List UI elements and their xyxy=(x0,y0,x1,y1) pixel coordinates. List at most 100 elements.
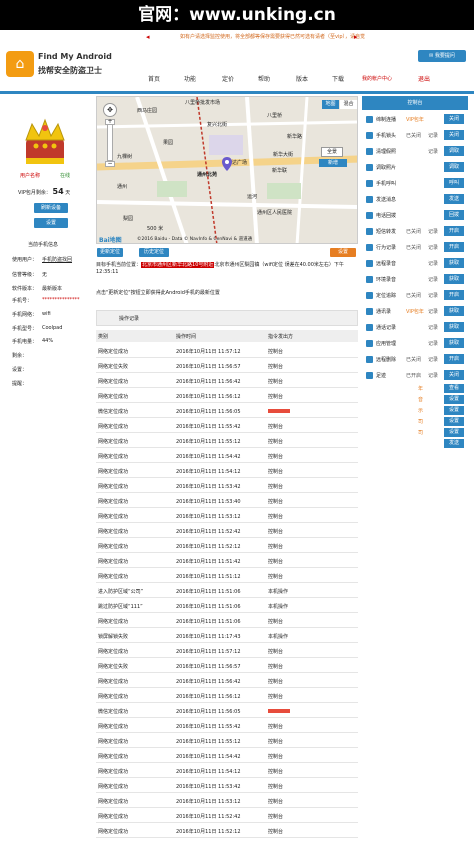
zoom-slider[interactable] xyxy=(107,121,113,161)
row-time: 2016年10月11日 11:17:43 xyxy=(176,634,241,640)
row-time: 2016年10月11日 11:53:42 xyxy=(176,484,241,490)
control-record-link[interactable]: 记录 xyxy=(428,292,438,299)
info-row: 使用用户： 手机防盗找回 xyxy=(12,257,73,263)
control-label: 短信转发 xyxy=(376,229,397,235)
control-extra-button[interactable]: 设置 xyxy=(444,406,464,415)
control-status: 已关闭 xyxy=(406,357,422,363)
control-action-button[interactable]: 开启 xyxy=(444,354,464,364)
row-time: 2016年10月11日 11:56:57 xyxy=(176,664,241,670)
control-action-button[interactable]: 关闭 xyxy=(444,114,464,124)
control-action-button[interactable]: 获取 xyxy=(444,258,464,268)
table-row: 网络定位成功 2016年10月11日 11:54:42 控制台 xyxy=(96,448,358,463)
control-label: 调取照片 xyxy=(376,165,397,171)
control-record-link[interactable]: 记录 xyxy=(428,372,438,379)
control-action-button[interactable]: 开启 xyxy=(444,226,464,236)
row-time: 2016年10月11日 11:55:42 xyxy=(176,724,241,730)
map-label: 八里桥 xyxy=(267,113,283,119)
map-type-button[interactable]: 地图 xyxy=(322,100,339,109)
table-row: 网络定位成功 2016年10月11日 11:57:12 控制台 xyxy=(96,643,358,658)
control-action-button[interactable]: 获取 xyxy=(444,322,464,332)
control-record-link[interactable]: 记录 xyxy=(428,276,438,283)
control-action-button[interactable]: 关闭 xyxy=(444,370,464,380)
control-action-button[interactable]: 关闭 xyxy=(444,130,464,140)
right-arrow-icon[interactable]: ▸ xyxy=(354,32,358,42)
nav-help[interactable]: 帮助 xyxy=(258,74,270,83)
row-type: 网络定位成功 xyxy=(98,784,129,790)
control-action-button[interactable]: 获取 xyxy=(444,338,464,348)
control-action-button[interactable]: 开启 xyxy=(444,290,464,300)
location-settings-button[interactable]: 设置 xyxy=(330,248,356,257)
control-record-link[interactable]: 记录 xyxy=(428,324,438,331)
control-action-button[interactable]: 获取 xyxy=(444,274,464,284)
control-extra-button[interactable]: 设置 xyxy=(444,395,464,404)
satellite-button[interactable]: 混合 xyxy=(340,100,357,109)
update-location-button[interactable]: 更新定位 xyxy=(97,248,123,257)
control-record-link[interactable]: 记录 xyxy=(428,132,438,139)
row-source: 控制台 xyxy=(268,349,284,355)
control-extra-button[interactable]: 设置 xyxy=(444,417,464,426)
row-time: 2016年10月11日 11:52:42 xyxy=(176,529,241,535)
row-source: 控制台 xyxy=(268,379,284,385)
control-extra-row: 年 查看 xyxy=(362,384,468,395)
record-section: 操作记录 xyxy=(96,310,358,326)
control-icon xyxy=(366,116,373,123)
nav-version[interactable]: 版本 xyxy=(296,74,308,83)
row-source: 控制台 xyxy=(268,559,284,565)
control-record-link[interactable]: 记录 xyxy=(428,148,438,155)
new-poi-button[interactable]: 新增 xyxy=(319,159,347,167)
control-action-button[interactable]: 回拨 xyxy=(444,210,464,220)
control-row: 清理假照 记录 调取 xyxy=(362,144,468,160)
ask-question-label: 我要提问 xyxy=(434,53,455,59)
control-extra-button[interactable]: 发送 xyxy=(444,439,464,448)
control-extra-row: 发送 xyxy=(362,439,468,450)
nav-home[interactable]: 首页 xyxy=(148,74,160,83)
nav-features[interactable]: 功能 xyxy=(184,74,196,83)
control-row: 远程录音 记录 获取 xyxy=(362,256,468,272)
nav-account[interactable]: 我的帐户中心 xyxy=(362,75,392,82)
logo-title: Find My Android xyxy=(38,52,112,61)
pan-control-icon[interactable]: ✥ xyxy=(103,103,117,117)
control-record-link[interactable]: 记录 xyxy=(428,260,438,267)
info-value[interactable]: 手机防盗找回 xyxy=(42,256,72,263)
nav-logout[interactable]: 退出 xyxy=(418,74,430,83)
zoom-in-icon[interactable]: + xyxy=(105,119,115,125)
row-source: 控制台 xyxy=(268,529,284,535)
row-type: 跳过防护区域“111” xyxy=(98,604,143,610)
table-row: 网络定位成功 2016年10月11日 11:57:12 控制台 xyxy=(96,343,358,358)
control-action-button[interactable]: 调取 xyxy=(444,146,464,156)
location-map[interactable]: 西马庄园 八里桥批发市场 通州北苑 万达广场 新华联 八里桥 新华大街 九棵树 … xyxy=(96,96,358,244)
control-action-button[interactable]: 开启 xyxy=(444,242,464,252)
location-pin-icon[interactable] xyxy=(222,157,232,171)
control-row: 手机锁头 已关闭 记录 关闭 xyxy=(362,128,468,144)
control-extra-button[interactable]: 设置 xyxy=(444,428,464,437)
control-label: 手机锁头 xyxy=(376,133,397,139)
control-action-button[interactable]: 呼叫 xyxy=(444,178,464,188)
ask-question-button[interactable]: ✉ 我要提问 xyxy=(418,50,466,62)
row-source: 控制台 xyxy=(268,784,284,790)
row-source: 本机操作 xyxy=(268,604,289,610)
row-time: 2016年10月11日 11:55:12 xyxy=(176,739,241,745)
row-source: 控制台 xyxy=(268,439,284,445)
row-type: 微信定位成功 xyxy=(98,409,129,415)
nav-download[interactable]: 下载 xyxy=(332,74,344,83)
left-arrow-icon[interactable]: ◂ xyxy=(146,32,150,42)
notice-text: 如有户请选择监控使用，将全部都等保存需要获得已然可选有请者（至vip），请自觉 xyxy=(180,34,366,40)
control-record-link[interactable]: 记录 xyxy=(428,228,438,235)
control-action-button[interactable]: 发送 xyxy=(444,194,464,204)
control-extra-button[interactable]: 查看 xyxy=(444,384,464,393)
control-action-button[interactable]: 获取 xyxy=(444,306,464,316)
logo-icon[interactable]: ⌂ xyxy=(6,51,34,77)
control-record-link[interactable]: 记录 xyxy=(428,340,438,347)
history-location-button[interactable]: 历史定位 xyxy=(139,248,169,257)
control-action-button[interactable]: 调取 xyxy=(444,162,464,172)
control-record-link[interactable]: 记录 xyxy=(428,356,438,363)
table-row: 网络定位成功 2016年10月11日 11:53:40 控制台 xyxy=(96,493,358,508)
control-record-link[interactable]: 记录 xyxy=(428,244,438,251)
zoom-out-icon[interactable]: − xyxy=(105,161,115,167)
nav-pricing[interactable]: 定价 xyxy=(222,74,234,83)
refresh-device-button[interactable]: 刷新设备 xyxy=(34,203,68,213)
settings-button[interactable]: 设置 xyxy=(34,218,68,228)
control-row: 电话回拨 回拨 xyxy=(362,208,468,224)
row-time: 2016年10月11日 11:51:06 xyxy=(176,589,241,595)
control-record-link[interactable]: 记录 xyxy=(428,308,438,315)
